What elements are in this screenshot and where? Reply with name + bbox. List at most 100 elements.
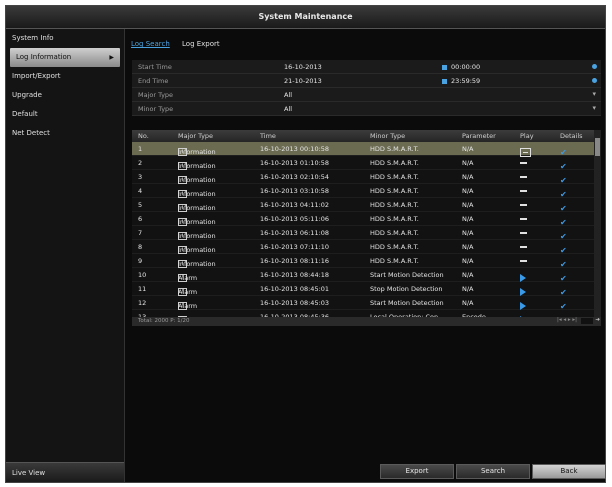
cell-no: 12 [138,299,147,307]
no-video-icon [520,190,527,192]
header-play[interactable]: Play [520,132,534,140]
play-icon[interactable] [520,288,526,296]
table-row[interactable]: 2 i Information 16-10-2013 01:10:58 HDD S.M.… [132,156,601,171]
sidebar-item-label: Log Information [16,53,72,61]
start-time-label: Start Time [138,63,172,71]
start-time-field[interactable]: 00:00:00 [451,63,480,71]
table-row[interactable]: 4 i Information 16-10-2013 03:10:58 HDD S.M.… [132,184,601,199]
cell-major-type: Information [178,260,216,268]
major-type-row[interactable]: Major Type All ▾ [132,88,601,102]
go-page-icon[interactable]: ➔ [595,317,600,323]
calendar-icon[interactable] [442,78,447,84]
cell-no: 6 [138,215,143,223]
cell-minor-type: HDD S.M.A.R.T. [370,201,419,209]
cell-time: 16-10-2013 05:11:06 [260,215,330,223]
table-row[interactable]: 11! Alarm 16-10-2013 08:45:01 Stop Motion D… [132,282,601,297]
page-number-input[interactable] [581,318,593,324]
cell-no: 4 [138,187,143,195]
tab-log-search[interactable]: Log Search [131,40,170,48]
table-footer: Total: 2000 P: 1/20 |◂ ◂ ▸ ▸| ➔ [132,317,601,326]
sidebar-item-import-export[interactable]: Import/Export [6,67,124,86]
chevron-down-icon[interactable]: ▾ [592,104,596,112]
table-row[interactable]: 12! Alarm 16-10-2013 08:45:03 Start Motion … [132,296,601,311]
header-no[interactable]: No. [138,132,149,140]
table-row[interactable]: 1 i Information 16-10-2013 00:10:58 HDD S.M.… [132,142,601,157]
cell-no: 11 [138,285,147,293]
table-row[interactable]: 9 i Information 16-10-2013 08:11:16 HDD S.M.… [132,254,601,269]
no-video-icon [520,260,527,262]
cell-no: 10 [138,271,147,279]
sidebar-item-label: Upgrade [12,91,42,99]
table-row[interactable]: 6 i Information 16-10-2013 05:11:06 HDD S.M.… [132,212,601,227]
header-parameter[interactable]: Parameter [462,132,496,140]
header-time[interactable]: Time [260,132,276,140]
cell-minor-type: HDD S.M.A.R.T. [370,187,419,195]
play-icon[interactable] [520,274,526,282]
cell-no: 3 [138,173,143,181]
cell-time: 16-10-2013 07:11:10 [260,243,330,251]
minor-type-row[interactable]: Minor Type All ▾ [132,102,601,116]
cell-parameter: N/A [462,173,474,181]
table-row[interactable]: 8 i Information 16-10-2013 07:11:10 HDD S.M.… [132,240,601,255]
cell-parameter: N/A [462,159,474,167]
live-view-button[interactable]: Live View [6,462,124,482]
calendar-picker-icon[interactable] [592,78,597,83]
no-video-icon [520,162,527,164]
cell-no: 8 [138,243,143,251]
table-header: No. Major Type Time Minor Type Parameter… [132,130,601,142]
start-time-row: Start Time 16-10-2013 00:00:00 [132,60,601,74]
search-button[interactable]: Search [456,464,530,479]
table-row[interactable]: 10! Alarm 16-10-2013 08:44:18 Start Motion … [132,268,601,283]
cell-time: 16-10-2013 08:44:18 [260,271,330,279]
chevron-down-icon[interactable]: ▾ [592,90,596,98]
play-icon[interactable] [520,302,526,310]
cell-time: 16-10-2013 08:45:01 [260,285,330,293]
minor-type-label: Minor Type [138,105,174,113]
major-type-select[interactable]: All [284,91,292,99]
sidebar-item-label: Net Detect [12,129,50,137]
header-major-type[interactable]: Major Type [178,132,213,140]
no-video-icon [520,176,527,178]
table-scrollbar[interactable] [594,130,601,318]
table-row[interactable]: 7 i Information 16-10-2013 06:11:08 HDD S.M.… [132,226,601,241]
main-panel: Log Search Log Export Start Time 16-10-2… [126,29,606,482]
no-video-icon [520,246,527,248]
start-date-field[interactable]: 16-10-2013 [284,63,322,71]
cell-major-type: Information [178,232,216,240]
header-details[interactable]: Details [560,132,583,140]
sidebar-item-net-detect[interactable]: Net Detect [6,124,124,143]
table-row[interactable]: 3 i Information 16-10-2013 02:10:54 HDD S.M.… [132,170,601,185]
scrollbar-thumb[interactable] [595,138,600,156]
cell-parameter: N/A [462,145,474,153]
header-minor-type[interactable]: Minor Type [370,132,405,140]
cell-no: 5 [138,201,143,209]
cell-major-type: Alarm [178,288,198,296]
calendar-icon[interactable] [442,64,447,70]
end-time-field[interactable]: 23:59:59 [451,77,480,85]
cell-major-type: Information [178,204,216,212]
cell-parameter: N/A [462,229,474,237]
end-time-label: End Time [138,77,169,85]
sidebar-item-upgrade[interactable]: Upgrade [6,86,124,105]
export-button[interactable]: Export [380,464,454,479]
cell-time: 16-10-2013 00:10:58 [260,145,330,153]
sidebar-item-default[interactable]: Default [6,105,124,124]
tab-bar: Log Search Log Export [131,40,230,52]
cell-minor-type: HDD S.M.A.R.T. [370,243,419,251]
cell-minor-type: HDD S.M.A.R.T. [370,173,419,181]
sidebar-item-system-info[interactable]: System Info [6,29,124,48]
table-row[interactable]: 5 i Information 16-10-2013 04:11:02 HDD S.M.… [132,198,601,213]
calendar-picker-icon[interactable] [592,64,597,69]
sidebar-item-log-information[interactable]: Log Information ▶ [10,48,120,67]
pagination-controls[interactable]: |◂ ◂ ▸ ▸| [557,317,577,323]
major-type-label: Major Type [138,91,174,99]
minor-type-select[interactable]: All [284,105,292,113]
end-date-field[interactable]: 21-10-2013 [284,77,322,85]
back-button[interactable]: Back [532,464,606,479]
cell-time: 16-10-2013 06:11:08 [260,229,330,237]
cell-parameter: N/A [462,201,474,209]
no-video-icon [520,204,527,206]
cell-parameter: N/A [462,243,474,251]
tab-log-export[interactable]: Log Export [182,40,220,48]
log-table: No. Major Type Time Minor Type Parameter… [132,130,601,326]
